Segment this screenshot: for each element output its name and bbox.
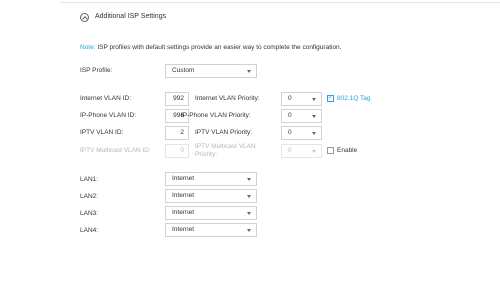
lan2-value: Internet <box>172 192 195 199</box>
top-divider <box>60 2 500 3</box>
8021q-tag-label[interactable]: 802.1Q Tag <box>337 95 371 102</box>
lan4-select[interactable]: Internet <box>165 223 257 237</box>
isp-profile-value: Custom <box>172 67 195 74</box>
chevron-down-icon <box>247 69 251 73</box>
iptv-multicast-vlan-priority-label: IPTV Multicast VLAN Priority: <box>195 143 256 158</box>
note-body: ISP profiles with default settings provi… <box>95 44 342 51</box>
iptv-vlan-id-label: IPTV VLAN ID: <box>80 129 124 136</box>
iptv-multicast-priority-label-line2: Priority: <box>195 150 218 158</box>
iptv-multicast-vlan-priority-select: 0 <box>281 144 322 158</box>
lan2-select[interactable]: Internet <box>165 189 257 203</box>
chevron-down-icon <box>312 114 316 118</box>
note-label: Note: <box>80 44 96 51</box>
chevron-down-icon <box>247 177 251 181</box>
lan3-value: Internet <box>172 209 195 216</box>
iptv-vlan-priority-select[interactable]: 0 <box>281 126 322 140</box>
internet-vlan-priority-value: 0 <box>288 95 292 102</box>
isp-profile-label: ISP Profile: <box>80 67 113 74</box>
lan4-value: Internet <box>172 226 195 233</box>
collapse-circle-icon[interactable] <box>80 13 89 22</box>
iphone-vlan-priority-label: IP-Phone VLAN Priority: <box>181 112 251 119</box>
isp-profile-select[interactable]: Custom <box>165 64 257 78</box>
iptv-vlan-id-input[interactable]: 2 <box>165 126 189 140</box>
iphone-vlan-priority-select[interactable]: 0 <box>281 109 322 123</box>
iptv-vlan-priority-value: 0 <box>288 129 292 136</box>
internet-vlan-id-label: Internet VLAN ID: <box>80 95 131 102</box>
section-title[interactable]: Additional ISP Settings <box>95 13 166 20</box>
lan4-label: LAN4: <box>80 227 99 234</box>
chevron-down-icon <box>312 131 316 135</box>
iptv-multicast-priority-value: 0 <box>288 147 292 154</box>
lan3-select[interactable]: Internet <box>165 206 257 220</box>
iptv-multicast-enable-checkbox[interactable] <box>327 147 334 154</box>
internet-vlan-priority-label: Internet VLAN Priority: <box>195 95 260 102</box>
chevron-down-icon <box>247 228 251 232</box>
internet-vlan-id-input[interactable]: 992 <box>165 92 189 106</box>
iptv-multicast-vlan-id-input: 0 <box>165 144 189 158</box>
iptv-vlan-priority-label: IPTV VLAN Priority: <box>195 129 253 136</box>
iptv-multicast-enable-label[interactable]: Enable <box>337 147 357 154</box>
iphone-vlan-priority-value: 0 <box>288 112 292 119</box>
internet-vlan-priority-select[interactable]: 0 <box>281 92 322 106</box>
chevron-down-icon <box>312 97 316 101</box>
iptv-multicast-priority-label-line1: IPTV Multicast VLAN <box>195 143 256 150</box>
lan2-label: LAN2: <box>80 193 99 200</box>
chevron-down-icon <box>247 211 251 215</box>
8021q-tag-checkbox[interactable]: ✓ <box>327 95 334 102</box>
lan3-label: LAN3: <box>80 210 99 217</box>
note-text: Note: ISP profiles with default settings… <box>80 44 341 51</box>
lan1-label: LAN1: <box>80 176 99 183</box>
chevron-down-icon <box>247 194 251 198</box>
lan1-value: Internet <box>172 175 195 182</box>
iptv-multicast-vlan-id-label: IPTV Multicast VLAN ID: <box>80 147 151 154</box>
iphone-vlan-id-label: IP-Phone VLAN ID: <box>80 112 136 119</box>
lan1-select[interactable]: Internet <box>165 172 257 186</box>
chevron-down-icon <box>312 149 316 153</box>
